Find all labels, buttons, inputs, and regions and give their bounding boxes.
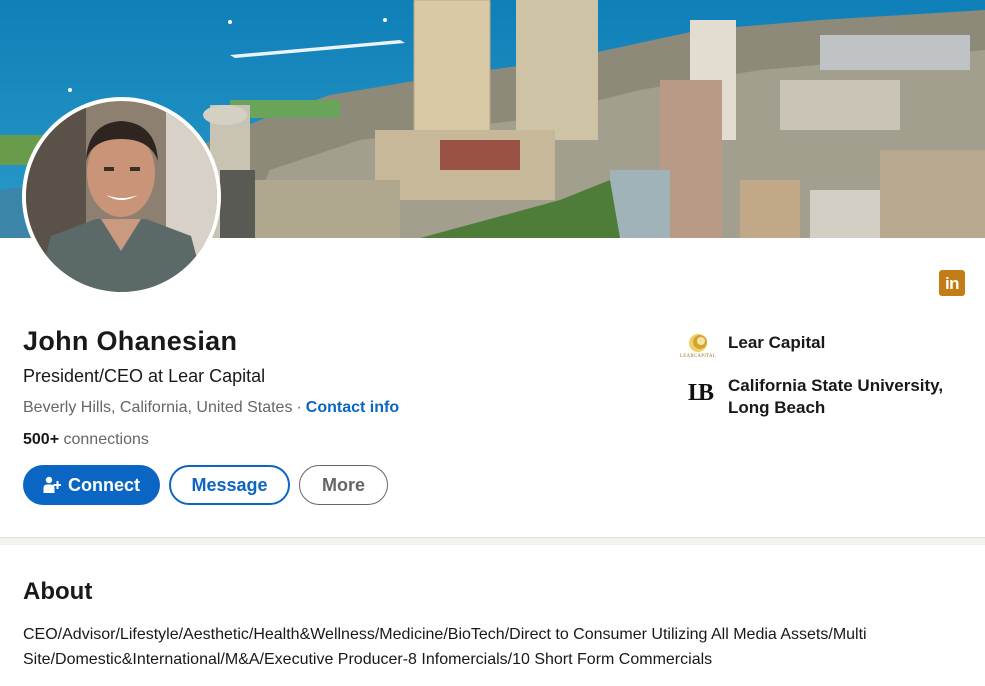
csulb-logo-icon: LB [687,380,714,406]
profile-card: in John Ohanesian President/CEO at Lear … [0,0,985,538]
connections-count[interactable]: 500+ connections [23,431,149,449]
connections-number: 500+ [23,431,60,448]
more-button[interactable]: More [299,465,388,505]
profile-name: John Ohanesian [23,326,238,356]
linkedin-logo-icon[interactable]: in [939,270,965,296]
message-button[interactable]: Message [169,465,290,505]
current-company-label: Lear Capital [728,333,826,352]
location-separator: · [296,399,302,416]
current-company[interactable]: LEARCAPITAL Lear Capital [680,332,825,360]
lear-capital-logo-icon: LEARCAPITAL [680,332,716,360]
location-text: Beverly Hills, California, United States [23,399,293,416]
education-school[interactable]: LB California State University, Long Bea… [680,375,958,419]
profile-headline: President/CEO at Lear Capital [23,366,266,386]
more-button-label: More [321,474,365,495]
profile-photo[interactable] [22,97,221,296]
contact-info-link[interactable]: Contact info [306,399,399,416]
lear-capital-logo-text: LEARCAPITAL [680,354,716,359]
about-section: About CEO/Advisor/Lifestyle/Aesthetic/He… [0,545,985,686]
connect-button[interactable]: Connect [23,465,160,505]
about-text: CEO/Advisor/Lifestyle/Aesthetic/Health&W… [23,626,867,668]
connections-label: connections [63,431,149,448]
add-person-icon [43,476,61,493]
connect-button-label: Connect [68,474,140,495]
about-title: About [23,578,93,605]
message-button-label: Message [191,474,268,495]
education-school-label: California State University, Long Beach [728,376,944,417]
profile-location-row: Beverly Hills, California, United States… [23,399,399,417]
